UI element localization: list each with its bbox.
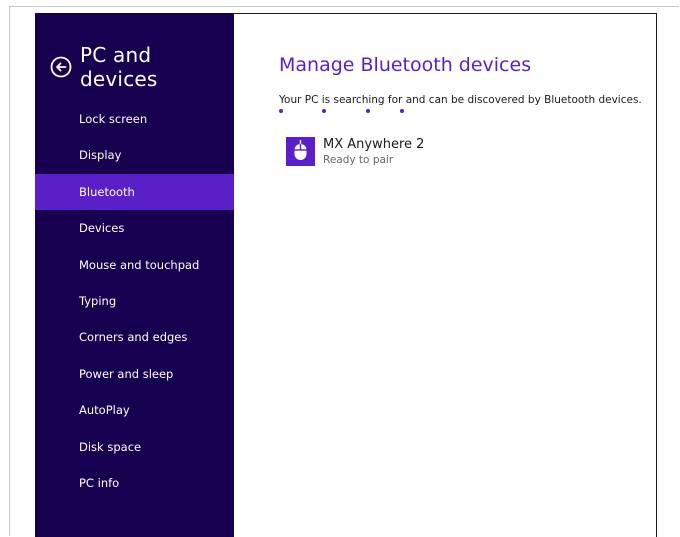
device-item-mx-anywhere-2[interactable]: MX Anywhere 2 Ready to pair bbox=[286, 137, 486, 167]
sidebar-item-mouse-and-touchpad[interactable]: Mouse and touchpad bbox=[35, 247, 234, 283]
sidebar-item-lock-screen[interactable]: Lock screen bbox=[35, 101, 234, 137]
page-title: Manage Bluetooth devices bbox=[279, 54, 532, 76]
progress-dot bbox=[279, 109, 283, 113]
settings-window: PC and devices Lock screen Display Bluet… bbox=[35, 13, 659, 537]
progress-dot bbox=[366, 109, 370, 113]
mouse-icon bbox=[286, 137, 315, 166]
sidebar-item-power-and-sleep[interactable]: Power and sleep bbox=[35, 356, 234, 392]
device-name: MX Anywhere 2 bbox=[323, 137, 425, 152]
sidebar-item-bluetooth[interactable]: Bluetooth bbox=[35, 173, 234, 211]
main-content: Manage Bluetooth devices Your PC is sear… bbox=[234, 13, 657, 537]
progress-dot bbox=[400, 109, 404, 113]
sidebar-item-autoplay[interactable]: AutoPlay bbox=[35, 392, 234, 428]
sidebar-nav: Lock screen Display Bluetooth Devices Mo… bbox=[35, 101, 234, 501]
sidebar-item-corners-and-edges[interactable]: Corners and edges bbox=[35, 319, 234, 355]
search-status-text: Your PC is searching for and can be disc… bbox=[279, 94, 642, 106]
back-arrow-circle-icon[interactable] bbox=[50, 56, 72, 78]
sidebar-item-pc-info[interactable]: PC info bbox=[35, 465, 234, 501]
sidebar-item-display[interactable]: Display bbox=[35, 137, 234, 173]
sidebar-item-devices[interactable]: Devices bbox=[35, 210, 234, 246]
sidebar-header: PC and devices bbox=[50, 43, 234, 91]
progress-dot bbox=[322, 109, 326, 113]
device-status: Ready to pair bbox=[323, 154, 394, 166]
sidebar: PC and devices Lock screen Display Bluet… bbox=[35, 13, 234, 537]
sidebar-item-disk-space[interactable]: Disk space bbox=[35, 429, 234, 465]
sidebar-title: PC and devices bbox=[80, 43, 158, 91]
searching-progress-indicator bbox=[279, 109, 419, 115]
sidebar-item-typing[interactable]: Typing bbox=[35, 283, 234, 319]
